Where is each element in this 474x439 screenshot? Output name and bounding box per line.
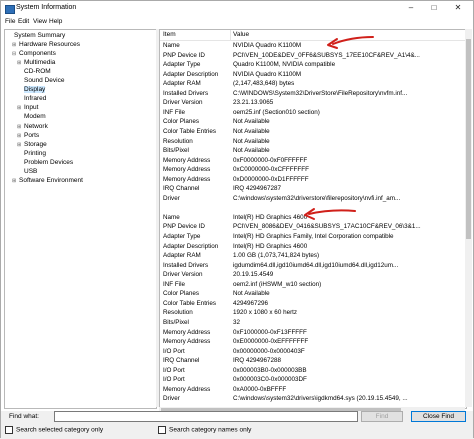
system-information-window: System Information – □ ✕ File Edit View … <box>0 0 474 439</box>
red-arrow-icon <box>327 36 374 49</box>
red-arrow-icon <box>304 208 356 220</box>
annotation-arrows <box>304 36 374 220</box>
